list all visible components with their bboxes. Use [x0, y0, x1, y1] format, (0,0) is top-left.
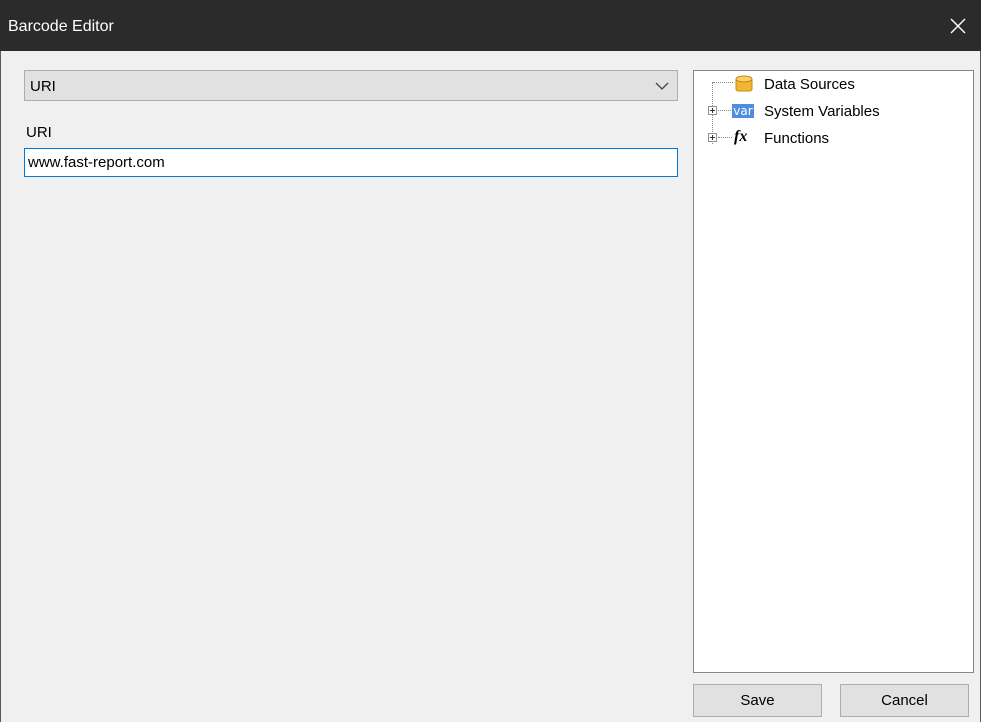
tree-item-label: Functions: [764, 130, 830, 147]
tree-item-label: System Variables: [764, 103, 880, 120]
database-icon: [735, 75, 753, 92]
tree-item-data-sources[interactable]: Data Sources: [694, 74, 973, 94]
var-icon: var: [732, 104, 754, 118]
cancel-button[interactable]: Cancel: [840, 684, 969, 717]
save-button[interactable]: Save: [693, 684, 822, 717]
data-tree[interactable]: Data Sources var System Variables fx Fun…: [693, 70, 974, 673]
barcode-type-dropdown[interactable]: URI: [24, 70, 678, 101]
chevron-down-icon: [655, 82, 669, 90]
tree-item-functions[interactable]: fx Functions: [694, 128, 973, 148]
uri-label: URI: [26, 124, 52, 141]
expand-icon[interactable]: [708, 106, 717, 115]
title-bar: Barcode Editor: [0, 0, 981, 51]
window-title: Barcode Editor: [8, 18, 114, 35]
expand-icon[interactable]: [708, 133, 717, 142]
function-icon: fx: [734, 128, 748, 145]
close-icon: [950, 18, 966, 33]
close-button[interactable]: [935, 0, 981, 51]
uri-input[interactable]: [24, 148, 678, 177]
tree-item-label: Data Sources: [764, 76, 855, 93]
dropdown-selected-value: URI: [30, 78, 56, 95]
tree-item-system-variables[interactable]: var System Variables: [694, 101, 973, 121]
